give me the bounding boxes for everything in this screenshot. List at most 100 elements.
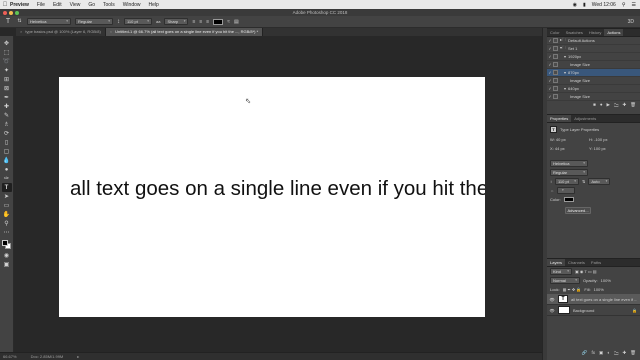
close-tab-icon[interactable]: × — [20, 28, 22, 36]
action-row[interactable]: ✓ ▾ 640px — [547, 85, 640, 93]
dialog-toggle[interactable] — [553, 54, 558, 59]
new-set-icon[interactable]: 🗀 — [614, 102, 619, 110]
tracking-select[interactable]: ▾ — [557, 187, 575, 194]
action-row[interactable]: ✓ ▾ 1920px — [547, 53, 640, 61]
antialias-select[interactable]: Sharp ▾ — [164, 18, 189, 25]
zoom-window-button[interactable] — [15, 10, 19, 15]
list-icon[interactable]: ☰ — [632, 2, 636, 8]
crop-tool-icon[interactable]: ⊞ — [2, 75, 12, 84]
link-icon[interactable]: 🔗 — [582, 350, 588, 358]
action-set-row[interactable]: ✓ ▾🗀 Set 1 — [547, 45, 640, 53]
quick-select-tool-icon[interactable]: ✦ — [2, 66, 12, 75]
gradient-tool-icon[interactable]: ▢ — [2, 147, 12, 156]
play-icon[interactable]: ▶ — [607, 102, 610, 110]
tab-untitled-1[interactable]: × Untitled-1 @ 66.7% (all text goes on a … — [105, 28, 264, 36]
color-swatches[interactable] — [1, 239, 13, 251]
status-menu-icon[interactable]: ▸ — [77, 354, 79, 359]
dialog-toggle[interactable] — [553, 78, 558, 83]
pen-tool-icon[interactable]: ✑ — [2, 174, 12, 183]
x-field[interactable]: X: 44 px — [550, 146, 586, 151]
chevron-down-icon[interactable]: ▾ — [564, 54, 566, 59]
tab-paths[interactable]: Paths — [588, 259, 604, 266]
stop-icon[interactable]: ■ — [593, 102, 596, 110]
move-tool-icon[interactable]: ✥ — [2, 39, 12, 48]
action-step-row[interactable]: ✓ Image Size — [547, 61, 640, 69]
font-style-select[interactable]: Regular ▾ — [75, 18, 113, 25]
path-selection-tool-icon[interactable]: ➤ — [2, 192, 12, 201]
menu-help[interactable]: Help — [149, 2, 159, 8]
font-style-select[interactable]: Regular ▾ — [550, 169, 588, 176]
close-window-button[interactable] — [3, 10, 7, 15]
tab-layers[interactable]: Layers — [547, 259, 566, 266]
width-field[interactable]: W: 40 px — [550, 137, 586, 142]
font-family-select[interactable]: Helvetica ▾ — [550, 160, 588, 167]
apple-icon[interactable]:  — [0, 2, 10, 8]
clone-stamp-tool-icon[interactable]: ♗ — [2, 120, 12, 129]
adjustment-icon[interactable]: ◐ — [607, 350, 610, 358]
layer-row[interactable]: 👁 Background 🔒 — [547, 305, 640, 316]
more-tools-icon[interactable]: ⋯ — [2, 228, 12, 237]
trash-icon[interactable]: 🗑 — [630, 102, 636, 110]
menu-view[interactable]: View — [70, 2, 81, 8]
canvas-text-layer[interactable]: all text goes on a single line even if y… — [70, 177, 485, 201]
quick-mask-icon[interactable]: ◉ — [2, 251, 12, 260]
chevron-down-icon[interactable]: ▾ — [564, 70, 566, 75]
font-size-select[interactable]: 110 pt ▾ — [124, 18, 152, 25]
dialog-toggle[interactable] — [553, 70, 558, 75]
document-size[interactable]: Doc: 2.85M/1.99M — [31, 354, 64, 359]
menu-tools[interactable]: Tools — [103, 2, 115, 8]
eyedropper-tool-icon[interactable]: ✒ — [2, 93, 12, 102]
zoom-tool-icon[interactable]: ⚲ — [2, 219, 12, 228]
visibility-eye-icon[interactable]: 👁 — [549, 297, 555, 302]
tab-channels[interactable]: Channels — [565, 259, 588, 266]
document-canvas[interactable]: all text goes on a single line even if y… — [59, 77, 485, 317]
leading-select[interactable]: Auto ▾ — [588, 178, 611, 185]
type-tool-icon[interactable]: T — [4, 17, 12, 26]
minimize-window-button[interactable] — [9, 10, 13, 15]
tab-actions[interactable]: Actions — [604, 29, 624, 36]
warp-text-icon[interactable]: ≈ — [227, 19, 230, 25]
text-color-swatch[interactable] — [563, 197, 574, 202]
brush-tool-icon[interactable]: ✎ — [2, 111, 12, 120]
history-brush-tool-icon[interactable]: ⟳ — [2, 129, 12, 138]
lock-icons[interactable]: ▦ ✒ ✥ 🔒 — [563, 287, 582, 292]
menu-window[interactable]: Window — [123, 2, 141, 8]
dialog-toggle[interactable] — [553, 86, 558, 91]
record-icon[interactable]: ● — [600, 102, 603, 110]
action-set-row[interactable]: ✓ ▸🗀 Default Actions — [547, 37, 640, 45]
tab-swatches[interactable]: Swatches — [563, 29, 586, 36]
dialog-toggle[interactable] — [553, 38, 558, 43]
trash-icon[interactable]: 🗑 — [630, 350, 636, 358]
chevron-down-icon[interactable]: ▾ — [564, 86, 566, 91]
layer-row[interactable]: 👁 T all text goes on a single line even … — [547, 294, 640, 305]
blur-tool-icon[interactable]: 💧 — [2, 156, 12, 165]
menu-file[interactable]: File — [37, 2, 45, 8]
frame-tool-icon[interactable]: ⊠ — [2, 84, 12, 93]
dialog-toggle[interactable] — [553, 62, 558, 67]
tab-properties[interactable]: Properties — [547, 115, 572, 122]
close-tab-icon[interactable]: × — [110, 28, 112, 36]
height-field[interactable]: H: -100 px — [589, 137, 607, 142]
lock-icon[interactable]: 🔒 — [632, 308, 637, 313]
blend-mode-select[interactable]: Normal ▾ — [550, 277, 580, 284]
menu-app-name[interactable]: Preview — [10, 2, 29, 8]
marquee-tool-icon[interactable]: ⬚ — [2, 48, 12, 57]
action-step-row[interactable]: ✓ Image Size — [547, 93, 640, 101]
zoom-level[interactable]: 66.67% — [3, 354, 17, 359]
character-panel-icon[interactable]: ▤ — [234, 19, 239, 25]
y-field[interactable]: Y: 100 px — [589, 146, 606, 151]
opacity-value[interactable]: 100% — [601, 278, 611, 283]
action-row[interactable]: ✓ ▾ 870px — [547, 69, 640, 77]
wifi-icon[interactable]: ◉ — [573, 2, 577, 8]
text-orientation-icon[interactable]: ⇅ — [16, 17, 23, 26]
battery-icon[interactable]: ▮ — [583, 2, 586, 8]
3d-icon[interactable]: 3D — [628, 19, 634, 25]
tab-color[interactable]: Color — [547, 29, 563, 36]
dodge-tool-icon[interactable]: ● — [2, 165, 12, 174]
action-step-row[interactable]: ✓ Image Size — [547, 77, 640, 85]
hand-tool-icon[interactable]: ✋ — [2, 210, 12, 219]
new-layer-icon[interactable]: ✚ — [623, 350, 627, 358]
healing-brush-tool-icon[interactable]: ✚ — [2, 102, 12, 111]
search-icon[interactable]: ⚲ — [622, 2, 626, 8]
screen-mode-icon[interactable]: ▣ — [2, 260, 12, 269]
